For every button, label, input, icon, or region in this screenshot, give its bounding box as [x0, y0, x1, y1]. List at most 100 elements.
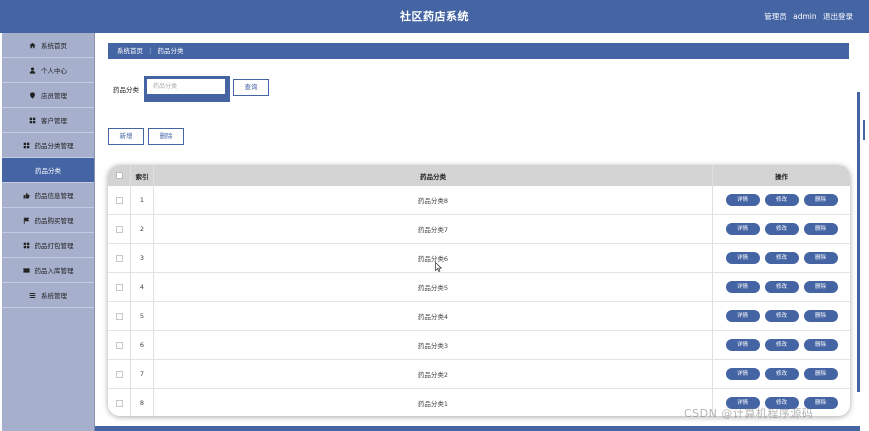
row-checkbox-cell	[108, 360, 131, 388]
right-edge-mark	[863, 120, 865, 140]
sidebar-item-customers[interactable]: 客户管理	[2, 108, 94, 133]
row-name: 药品分类3	[154, 331, 713, 359]
grid-icon	[23, 242, 30, 249]
edit-button[interactable]: 修改	[764, 223, 799, 235]
edit-button[interactable]: 修改	[764, 281, 799, 293]
breadcrumb: 系统首页 ⋮ 药品分类	[108, 43, 849, 59]
sidebar-item-home[interactable]: 系统首页	[2, 33, 94, 58]
grid-icon	[29, 117, 36, 124]
bottom-edge-bar	[95, 426, 860, 431]
sidebar-item-label: 药品信息管理	[34, 192, 74, 200]
detail-button[interactable]: 详情	[725, 223, 760, 235]
detail-button[interactable]: 详情	[725, 368, 760, 380]
add-button[interactable]: 新增	[108, 128, 144, 145]
row-checkbox[interactable]	[115, 341, 123, 349]
breadcrumb-current: 药品分类	[157, 47, 184, 55]
row-name: 药品分类8	[154, 186, 713, 214]
search-input[interactable]	[147, 79, 225, 94]
sidebar-item-label: 系统管理	[41, 292, 67, 300]
row-checkbox[interactable]	[115, 254, 123, 262]
edit-button[interactable]: 修改	[764, 339, 799, 351]
row-index: 6	[131, 331, 154, 359]
delete-button[interactable]: 删除	[803, 368, 838, 380]
select-all-checkbox[interactable]	[115, 172, 123, 179]
row-actions: 详情 修改 删除	[713, 360, 850, 388]
table-row: 6 药品分类3 详情 修改 删除	[108, 331, 850, 360]
search-label: 药品分类	[113, 86, 139, 94]
row-checkbox-cell	[108, 389, 131, 416]
delete-button[interactable]: 删除	[803, 339, 838, 351]
sidebar-item-label: 店员管理	[41, 92, 67, 100]
sidebar-item-label: 药品分类管理	[34, 142, 74, 150]
sidebar-item-purchase[interactable]: 药品购买管理	[2, 208, 94, 233]
sidebar-item-system[interactable]: 系统管理	[2, 283, 94, 308]
table-row: 1 药品分类8 详情 修改 删除	[108, 186, 850, 215]
row-name: 药品分类5	[154, 273, 713, 301]
edit-button[interactable]: 修改	[764, 194, 799, 206]
row-name: 药品分类2	[154, 360, 713, 388]
sidebar-item-category-mgmt[interactable]: 药品分类管理	[2, 133, 94, 158]
header-checkbox-cell	[108, 165, 131, 186]
delete-button[interactable]: 删除	[803, 310, 838, 322]
row-name: 药品分类4	[154, 302, 713, 330]
query-button[interactable]: 查询	[233, 79, 269, 96]
delete-button[interactable]: 删除	[803, 281, 838, 293]
detail-button[interactable]: 详情	[725, 310, 760, 322]
row-index: 7	[131, 360, 154, 388]
data-table: 索引 药品分类 操作 1 药品分类8 详情 修改 删除 2 药品分类7 详情 修…	[108, 165, 850, 416]
sidebar-item-label: 药品入库管理	[34, 267, 74, 275]
sidebar-item-label: 客户管理	[41, 117, 67, 125]
row-name: 药品分类6	[154, 244, 713, 272]
row-index: 2	[131, 215, 154, 243]
sidebar-item-stock-in[interactable]: 药品入库管理	[2, 258, 94, 283]
edit-button[interactable]: 修改	[764, 368, 799, 380]
row-checkbox[interactable]	[115, 370, 123, 378]
logout-link[interactable]: 退出登录	[823, 12, 853, 21]
user-icon	[29, 67, 36, 74]
row-checkbox[interactable]	[115, 399, 123, 407]
user-area: 管理员 admin 退出登录	[760, 0, 853, 33]
grid-icon	[23, 142, 30, 149]
header-ops: 操作	[775, 172, 788, 181]
delete-button[interactable]: 删除	[803, 223, 838, 235]
top-bar: 社区药店系统 管理员 admin 退出登录	[0, 0, 869, 33]
sidebar-item-packing[interactable]: 药品打包管理	[2, 233, 94, 258]
table-row: 2 药品分类7 详情 修改 删除	[108, 215, 850, 244]
breadcrumb-separator: ⋮	[147, 47, 154, 55]
detail-button[interactable]: 详情	[725, 252, 760, 264]
row-index: 3	[131, 244, 154, 272]
edit-button[interactable]: 修改	[764, 310, 799, 322]
row-checkbox[interactable]	[115, 312, 123, 320]
right-edge-bar	[857, 92, 860, 392]
delete-button[interactable]: 删除	[803, 194, 838, 206]
sidebar-item-drug-info[interactable]: 药品信息管理	[2, 183, 94, 208]
delete-button[interactable]: 删除	[803, 252, 838, 264]
row-checkbox-cell	[108, 244, 131, 272]
sidebar-item-staff[interactable]: 店员管理	[2, 83, 94, 108]
detail-button[interactable]: 详情	[725, 281, 760, 293]
row-checkbox[interactable]	[115, 196, 123, 204]
row-checkbox[interactable]	[115, 225, 123, 233]
row-index: 5	[131, 302, 154, 330]
table-header: 索引 药品分类 操作	[108, 165, 850, 186]
row-checkbox-cell	[108, 215, 131, 243]
row-actions: 详情 修改 删除	[713, 273, 850, 301]
batch-delete-button[interactable]: 删除	[148, 128, 184, 145]
edit-button[interactable]: 修改	[764, 252, 799, 264]
table-row: 7 药品分类2 详情 修改 删除	[108, 360, 850, 389]
row-actions: 详情 修改 删除	[713, 302, 850, 330]
mouse-cursor-icon	[435, 262, 442, 272]
thumb-icon	[23, 192, 30, 199]
table-row: 3 药品分类6 详情 修改 删除	[108, 244, 850, 273]
sidebar-item-profile[interactable]: 个人中心	[2, 58, 94, 83]
breadcrumb-home[interactable]: 系统首页	[117, 47, 143, 55]
flag-icon	[23, 217, 30, 224]
row-checkbox-cell	[108, 331, 131, 359]
row-actions: 详情 修改 删除	[713, 186, 850, 214]
detail-button[interactable]: 详情	[725, 339, 760, 351]
detail-button[interactable]: 详情	[725, 194, 760, 206]
sidebar-item-label: 系统首页	[41, 42, 67, 50]
ticket-icon	[22, 267, 30, 274]
row-checkbox[interactable]	[115, 283, 123, 291]
sidebar-item-category[interactable]: 药品分类	[2, 158, 94, 183]
